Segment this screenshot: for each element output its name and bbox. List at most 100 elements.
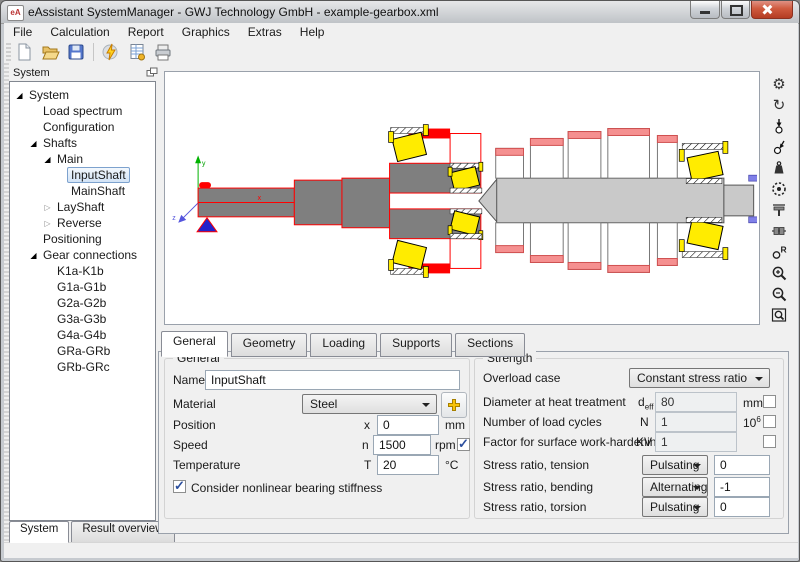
rotate-icon: ↻ [773,96,786,114]
tree-item-system[interactable]: System [10,87,155,103]
menu-calculation[interactable]: Calculation [41,24,118,40]
add-force-button[interactable] [766,115,792,136]
tab-loading[interactable]: Loading [310,333,377,357]
tree-item-g1a-g1b[interactable]: G1a-G1b [10,279,155,295]
diameter-input[interactable] [655,392,737,412]
expander-icon[interactable] [42,219,53,228]
temperature-input[interactable] [377,455,439,475]
report-button[interactable] [124,42,150,63]
tab-system[interactable]: System [9,521,69,543]
general-group: General Name Material Steel Position x m… [164,358,470,519]
save-file-button[interactable] [63,42,89,63]
add-bearing-button[interactable] [766,178,792,199]
load-cycles-symbol: N [640,415,649,431]
open-file-button[interactable] [37,42,63,63]
tree-item-grb-grc[interactable]: GRb-GRc [10,359,155,375]
speed-input[interactable] [373,435,431,455]
load-cycles-checkbox[interactable] [763,415,776,428]
zoom-in-icon [771,265,787,281]
force-arrow-icon [771,118,787,134]
temperature-symbol: T [364,458,371,472]
diameter-checkbox[interactable] [763,395,776,408]
load-cycles-input[interactable] [655,412,737,432]
tree-item-k1a-k1b[interactable]: K1a-K1b [10,263,155,279]
stress-bending-dropdown[interactable]: Alternating [642,477,708,497]
diameter-unit: mm [743,395,763,410]
tree-item-mainshaft[interactable]: MainShaft [10,183,155,199]
tree-item-positioning[interactable]: Positioning [10,231,155,247]
tree-item-g4a-g4b[interactable]: G4a-G4b [10,327,155,343]
calculate-button[interactable] [98,42,124,63]
tree-item-layshaft[interactable]: LayShaft [10,199,155,215]
float-panel-icon[interactable] [146,67,158,78]
expander-icon[interactable] [42,155,53,164]
shaft-rotation-button[interactable]: ↻ [766,94,792,115]
stress-tension-input[interactable] [714,455,770,475]
add-mass-button[interactable] [766,157,792,178]
minimize-button[interactable] [690,1,720,19]
tab-supports[interactable]: Supports [380,333,452,357]
new-document-button[interactable] [11,42,37,63]
tree-item-gear-connections[interactable]: Gear connections [10,247,155,263]
print-button[interactable] [150,42,176,63]
expander-icon[interactable] [14,91,25,100]
system-tree: System Load spectrum Configuration Shaft… [9,81,156,521]
zoom-in-button[interactable] [766,262,792,283]
maximize-button[interactable] [721,1,750,19]
temperature-row: Temperature T °C [165,455,469,475]
stress-torsion-input[interactable] [714,497,770,517]
bearing-gear-icon [771,181,787,197]
add-support-button[interactable] [766,199,792,220]
menu-help[interactable]: Help [291,24,334,40]
graphics-toolbar: ⚙ ↻ [763,73,795,325]
add-coupling-button[interactable] [766,220,792,241]
expander-icon[interactable] [28,251,39,260]
settings-button[interactable]: ⚙ [766,73,792,94]
sidebar-tabs: System Result overview [9,521,177,541]
stress-torsion-dropdown[interactable]: Pulsating [642,497,708,517]
speed-checkbox[interactable] [457,438,470,451]
menu-report[interactable]: Report [119,24,173,40]
expander-icon[interactable] [28,139,39,148]
work-hardening-checkbox[interactable] [763,435,776,448]
tree-item-load-spectrum[interactable]: Load spectrum [10,103,155,119]
tree-item-shafts[interactable]: Shafts [10,135,155,151]
tree-item-configuration[interactable]: Configuration [10,119,155,135]
load-cycles-unit: 106 [743,415,761,430]
reset-view-button[interactable]: R [766,241,792,262]
add-moment-button[interactable] [766,136,792,157]
tab-general[interactable]: General [161,331,228,357]
detail-tabs: General Geometry Loading Supports Sectio… [161,331,528,352]
zoom-out-icon [771,286,787,302]
position-input[interactable] [377,415,439,435]
tree-item-gra-grb[interactable]: GRa-GRb [10,343,155,359]
client-area: System System Load spectrum Configuratio… [4,63,798,542]
name-input[interactable] [205,370,460,390]
zoom-fit-button[interactable] [766,304,792,325]
stress-bending-input[interactable] [714,477,770,497]
open-folder-icon [40,42,60,62]
tree-item-g2a-g2b[interactable]: G2a-G2b [10,295,155,311]
shaft-drawing-canvas[interactable]: y z x [164,71,760,325]
expander-icon[interactable] [42,203,53,212]
menu-extras[interactable]: Extras [239,24,291,40]
close-button[interactable] [751,1,793,19]
stress-tension-dropdown[interactable]: Pulsating [642,455,708,475]
nonlinear-checkbox[interactable] [173,480,186,493]
tree-item-inputshaft[interactable]: InputShaft [10,167,155,183]
overload-dropdown[interactable]: Constant stress ratio [629,368,770,388]
menu-file[interactable]: File [4,24,41,40]
diameter-symbol: deff [638,395,653,411]
tree-item-reverse[interactable]: Reverse [10,215,155,231]
material-dropdown[interactable]: Steel [302,394,437,414]
tree-item-g3a-g3b[interactable]: G3a-G3b [10,311,155,327]
zoom-out-button[interactable] [766,283,792,304]
work-hardening-input[interactable] [655,432,737,452]
menu-graphics[interactable]: Graphics [173,24,239,40]
name-row: Name [165,370,469,390]
tab-geometry[interactable]: Geometry [231,333,308,357]
coupling-icon [771,223,787,239]
title-bar[interactable]: eA eAssistant SystemManager - GWJ Techno… [1,1,799,24]
tab-sections[interactable]: Sections [455,333,525,357]
tree-item-main[interactable]: Main [10,151,155,167]
